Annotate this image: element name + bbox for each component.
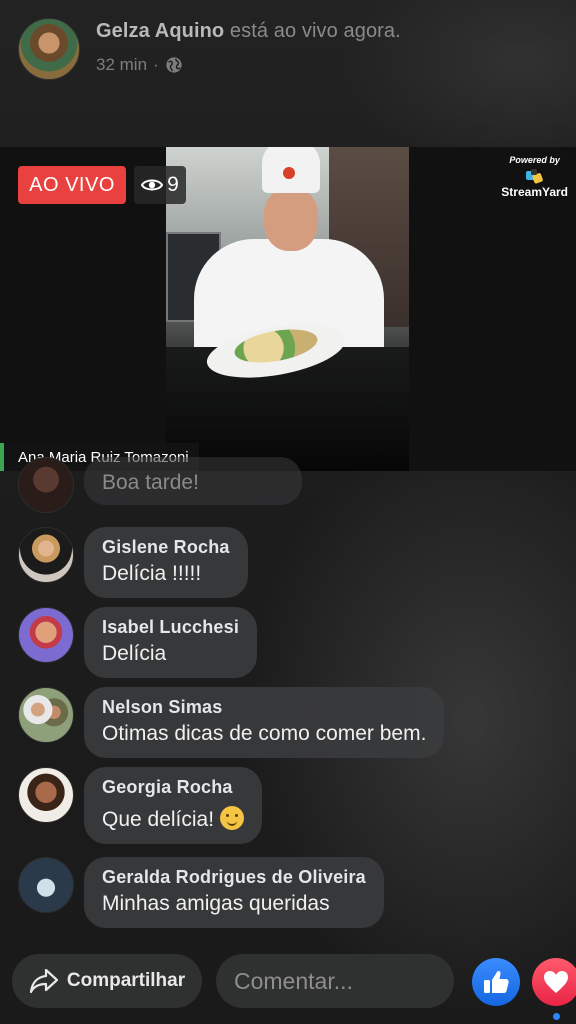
live-status-text: está ao vivo agora. bbox=[229, 20, 401, 42]
globe-icon bbox=[166, 57, 182, 73]
viewer-count-badge: 9 bbox=[134, 166, 186, 204]
like-reaction-button[interactable] bbox=[472, 958, 520, 1006]
bottom-action-bar: Compartilhar bbox=[0, 950, 576, 1024]
live-video[interactable]: AO VIVO 9 Powered by StreamYard Ana Mari… bbox=[0, 147, 576, 471]
commenter-avatar[interactable] bbox=[18, 457, 74, 513]
heart-icon bbox=[544, 971, 568, 993]
love-reaction-button[interactable] bbox=[532, 958, 576, 1006]
commenter-avatar[interactable] bbox=[18, 767, 74, 823]
comment-text: Que delícia! bbox=[102, 806, 244, 832]
post-meta: 32 min · bbox=[96, 55, 401, 75]
share-label: Compartilhar bbox=[66, 970, 186, 991]
author-name[interactable]: Gelza Aquino bbox=[96, 20, 224, 42]
comment-bubble: Gislene Rocha Delícia !!!!! bbox=[84, 527, 248, 598]
live-badge: AO VIVO bbox=[18, 166, 126, 204]
author-avatar[interactable] bbox=[18, 18, 80, 80]
comment-item[interactable]: Isabel Lucchesi Delícia bbox=[18, 607, 258, 678]
header-line: Gelza Aquino está ao vivo agora. bbox=[96, 20, 401, 43]
viewer-count: 9 bbox=[167, 173, 179, 196]
chef-hat-logo bbox=[283, 167, 295, 179]
commenter-name[interactable]: Nelson Simas bbox=[102, 697, 426, 718]
commenter-avatar[interactable] bbox=[18, 857, 74, 913]
comment-text-content: Que delícia! bbox=[102, 808, 215, 831]
eye-icon bbox=[141, 179, 164, 191]
comment-text: Delícia bbox=[102, 642, 167, 665]
yum-emoji-icon bbox=[219, 806, 244, 830]
commenter-avatar[interactable] bbox=[18, 527, 74, 583]
time-ago[interactable]: 32 min bbox=[96, 55, 147, 75]
header-text: Gelza Aquino está ao vivo agora. 32 min … bbox=[96, 20, 401, 75]
comment-bubble: Isabel Lucchesi Delícia bbox=[84, 607, 258, 678]
comment-item[interactable]: Nelson Simas Otimas dicas de como comer … bbox=[18, 687, 445, 758]
commenter-name[interactable]: Geralda Rodrigues de Oliveira bbox=[102, 867, 366, 888]
share-button[interactable]: Compartilhar bbox=[12, 954, 202, 1008]
streamyard-brand: StreamYard bbox=[501, 185, 568, 199]
streamyard-watermark: Powered by StreamYard bbox=[501, 155, 568, 199]
commenter-name[interactable]: Georgia Rocha bbox=[102, 777, 244, 798]
comment-item[interactable]: Geralda Rodrigues de Oliveira Minhas ami… bbox=[18, 857, 384, 928]
commenter-avatar[interactable] bbox=[18, 687, 74, 743]
comment-bubble: Georgia Rocha Que delícia! bbox=[84, 767, 262, 844]
comment-input[interactable] bbox=[216, 954, 454, 1008]
comment-text: Boa tarde! bbox=[102, 471, 199, 494]
comment-text: Otimas dicas de como comer bem. bbox=[102, 722, 427, 745]
comment-item[interactable]: Boa tarde! bbox=[18, 457, 302, 513]
comment-text: Minhas amigas queridas bbox=[102, 892, 330, 915]
commenter-avatar[interactable] bbox=[18, 607, 74, 663]
comment-item[interactable]: Georgia Rocha Que delícia! bbox=[18, 767, 262, 844]
streamyard-logo-icon bbox=[525, 169, 543, 184]
commenter-name[interactable]: Gislene Rocha bbox=[102, 537, 230, 558]
comment-text: Delícia !!!!! bbox=[102, 562, 202, 585]
comment-item[interactable]: Gislene Rocha Delícia !!!!! bbox=[18, 527, 248, 598]
reaction-indicator-dot bbox=[553, 1013, 560, 1020]
thumbs-up-icon bbox=[484, 970, 509, 993]
streamyard-powered-by: Powered by bbox=[509, 155, 560, 165]
share-arrow-icon bbox=[29, 968, 58, 994]
comment-bubble: Geralda Rodrigues de Oliveira Minhas ami… bbox=[84, 857, 384, 928]
meta-separator: · bbox=[153, 55, 159, 74]
comment-bubble: Boa tarde! bbox=[84, 457, 302, 505]
comment-bubble: Nelson Simas Otimas dicas de como comer … bbox=[84, 687, 445, 758]
commenter-name[interactable]: Isabel Lucchesi bbox=[102, 617, 239, 638]
video-frame bbox=[166, 147, 409, 471]
post-header: Gelza Aquino está ao vivo agora. 32 min … bbox=[18, 18, 401, 80]
chef-face bbox=[264, 189, 318, 251]
